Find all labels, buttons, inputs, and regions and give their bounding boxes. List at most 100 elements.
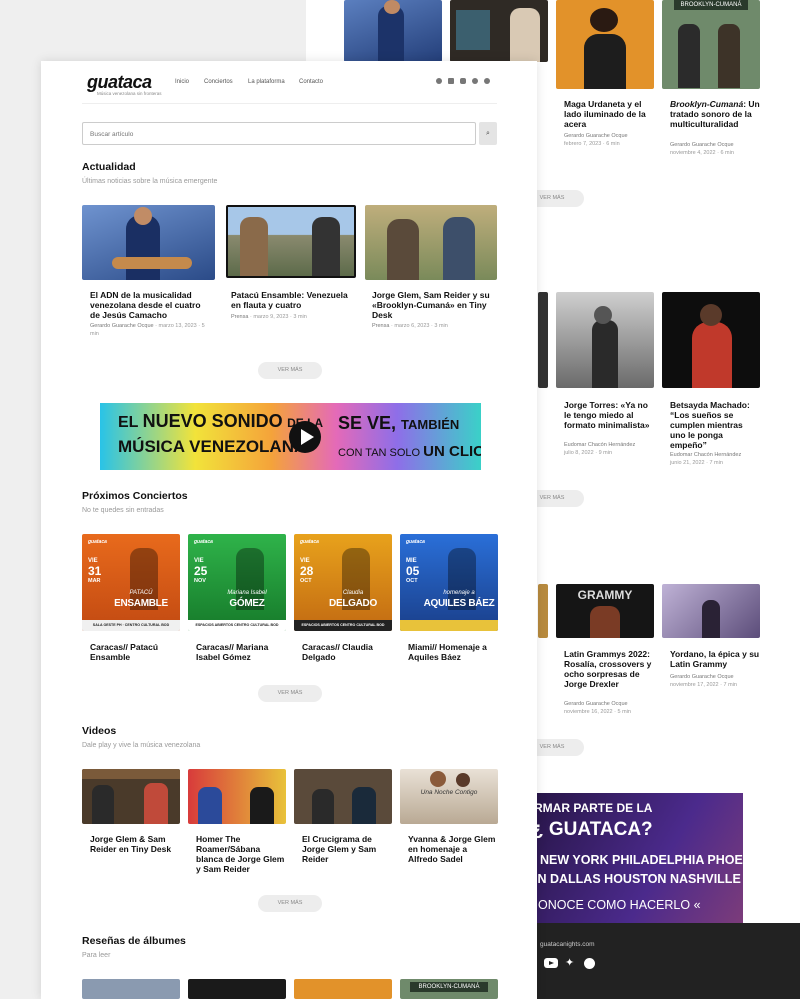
article-thumbnail[interactable] — [556, 292, 654, 388]
poster-logo: guataca — [300, 539, 319, 545]
poster-venue: SALA OESTE PH · CENTRO CULTURAL BOD — [82, 620, 180, 631]
review-thumbnail[interactable]: BROOKLYN-CUMANÁ — [400, 979, 498, 999]
poster-venue — [400, 620, 498, 631]
spotify-icon[interactable] — [484, 78, 490, 84]
concert-title[interactable]: Caracas// Claudia Delgado — [302, 642, 392, 662]
facebook-icon[interactable] — [448, 78, 454, 84]
spotify-icon[interactable] — [584, 958, 595, 969]
article-thumbnail[interactable] — [538, 584, 548, 638]
concert-poster[interactable]: guataca VIE 28 OCT Claudia DELGADO ESPAC… — [294, 534, 392, 631]
twitter-icon[interactable]: ✦ — [565, 957, 574, 969]
article-title[interactable]: Maga Urdaneta y el lado iluminado de la … — [564, 99, 654, 129]
poster-date: 05 — [406, 564, 420, 578]
article-thumbnail[interactable] — [662, 292, 760, 388]
poster-date: 25 — [194, 564, 208, 578]
site-logo[interactable]: guataca — [87, 72, 152, 93]
footer-email[interactable]: guatacanights.com — [540, 941, 595, 948]
article-title[interactable]: Brooklyn-Cumaná: Un tratado sonoro de la… — [670, 99, 760, 129]
poster-artist-name: DELGADO — [329, 598, 377, 609]
concert-poster[interactable]: guataca VIE 31 MAR PATACÚ ENSAMBLE SALA … — [82, 534, 180, 631]
nav-link-inicio[interactable]: Inicio — [175, 79, 189, 85]
video-title[interactable]: Yvanna & Jorge Glem en homenaje a Alfred… — [408, 834, 498, 864]
article-title[interactable]: Latin Grammys 2022: Rosalía, crossovers … — [564, 649, 654, 689]
header-divider — [82, 103, 497, 104]
news-meta: Prensa · marzo 6, 2023 · 3 min — [372, 323, 448, 329]
news-thumbnail[interactable] — [226, 205, 356, 278]
instagram-icon[interactable] — [436, 78, 442, 84]
news-meta: Gerardo Guarache Ocque · marzo 13, 2023 … — [90, 323, 205, 337]
news-title[interactable]: Patacú Ensamble: Venezuela en flauta y c… — [231, 290, 349, 310]
concert-poster[interactable]: guataca VIE 25 NOV Mariana Isabel GÓMEZ … — [188, 534, 286, 631]
main-page: guataca Música venezolana sin fronteras … — [41, 61, 537, 999]
video-thumbnail[interactable]: Una Noche Contigo — [400, 769, 498, 824]
section-title-news: Actualidad — [82, 161, 136, 173]
concert-poster[interactable]: guataca MIE 05 OCT homenaje a AQUILES BÁ… — [400, 534, 498, 631]
article-thumbnail[interactable] — [556, 0, 654, 89]
review-thumbnail[interactable] — [294, 979, 392, 999]
review-thumbnail[interactable] — [82, 979, 180, 999]
article-thumbnail[interactable] — [450, 0, 548, 62]
banner-line: MÚSICA VENEZOLANA — [118, 437, 307, 456]
article-thumbnail[interactable] — [344, 0, 442, 62]
news-thumbnail[interactable] — [365, 205, 497, 280]
search-button[interactable]: ⌕ — [479, 122, 497, 145]
see-more-button[interactable]: VER MÁS — [258, 685, 322, 702]
poster-date: 28 — [300, 564, 314, 578]
video-thumbnail[interactable] — [294, 769, 392, 824]
article-thumbnail[interactable]: GRAMMY — [556, 584, 654, 638]
poster-artist-name: AQUILES BÁEZ — [423, 598, 495, 609]
site-tagline: Música venezolana sin fronteras — [97, 91, 162, 96]
poster-artist-name: ENSAMBLE — [114, 598, 168, 609]
article-thumbnail[interactable] — [662, 584, 760, 638]
concert-title[interactable]: Caracas// Patacú Ensamble — [90, 642, 180, 662]
video-title[interactable]: Jorge Glem & Sam Reider en Tiny Desk — [90, 834, 180, 854]
section-subtitle-concerts: No te quedes sin entradas — [82, 507, 164, 514]
poster-month: NOV — [194, 578, 206, 584]
thumbnail-sign: BROOKLYN-CUMANÁ — [674, 0, 748, 10]
section-title-videos: Videos — [82, 725, 117, 737]
search-field[interactable] — [90, 131, 390, 138]
section-title-reviews: Reseñas de álbumes — [82, 935, 186, 947]
see-more-button[interactable]: VER MÁS — [258, 895, 322, 912]
poster-venue: ESPACIOS ABIERTOS CENTRO CULTURAL BOD — [188, 620, 286, 631]
article-thumbnail[interactable]: BROOKLYN-CUMANÁ — [662, 0, 760, 89]
nav-link-conciertos[interactable]: Conciertos — [204, 79, 233, 85]
search-icon: ⌕ — [486, 130, 490, 137]
article-title[interactable]: Yordano, la épica y su Latin Grammy — [670, 649, 760, 669]
nav-link-contacto[interactable]: Contacto — [299, 79, 323, 85]
video-thumbnail[interactable] — [82, 769, 180, 824]
play-icon[interactable] — [289, 421, 321, 453]
article-title[interactable]: Betsayda Machado: “Los sueños se cumplen… — [670, 400, 760, 450]
twitter-icon[interactable] — [472, 78, 478, 84]
poster-artist-first: Claudia — [342, 590, 364, 596]
article-title[interactable]: Jorge Torres: «Ya no le tengo miedo al f… — [564, 400, 654, 430]
thumbnail-sign: GRAMMY — [577, 588, 633, 602]
footer: guatacanights.com ✦ — [530, 923, 800, 999]
poster-artist-first: homenaje a — [443, 590, 475, 596]
promo-banner[interactable]: EL NUEVO SONIDO DE LA MÚSICA VENEZOLANA … — [100, 403, 481, 470]
promo-banner[interactable]: RMAR PARTE DE LA ¿ GUATACA? NEW YORK PHI… — [530, 793, 743, 923]
news-title[interactable]: El ADN de la musicalidad venezolana desd… — [90, 290, 208, 320]
video-thumbnail[interactable] — [188, 769, 286, 824]
review-thumbnail[interactable] — [188, 979, 286, 999]
concert-title[interactable]: Miami// Homenaje a Aquiles Báez — [408, 642, 498, 662]
nav-link-la-plataforma[interactable]: La plataforma — [248, 79, 285, 85]
section-subtitle-reviews: Para leer — [82, 952, 111, 959]
see-more-button[interactable]: VER MÁS — [258, 362, 322, 379]
youtube-icon[interactable] — [460, 78, 466, 84]
poster-artist-name: GÓMEZ — [229, 598, 265, 609]
article-thumbnail[interactable] — [538, 292, 548, 388]
video-overlay-text: Una Noche Contigo — [420, 789, 478, 796]
video-title[interactable]: Homer The Roamer/Sábana blanca de Jorge … — [196, 834, 286, 874]
promo-cities: IN DALLAS HOUSTON NASHVILLE — [534, 872, 741, 886]
article-meta: Eudomar Chacón Hernández julio 8, 2022 · … — [564, 442, 636, 456]
news-thumbnail[interactable] — [82, 205, 215, 280]
news-title[interactable]: Jorge Glem, Sam Reider y su «Brooklyn-Cu… — [372, 290, 490, 320]
concert-title[interactable]: Caracas// Mariana Isabel Gómez — [196, 642, 286, 662]
video-title[interactable]: El Crucigrama de Jorge Glem y Sam Reider — [302, 834, 392, 864]
section-title-concerts: Próximos Conciertos — [82, 490, 188, 502]
promo-cta[interactable]: ONOCE COMO HACERLO « — [538, 898, 701, 912]
youtube-icon[interactable] — [544, 958, 558, 968]
poster-venue: ESPACIOS ABIERTOS CENTRO CULTURAL BOD — [294, 620, 392, 631]
search-input[interactable] — [82, 122, 476, 145]
